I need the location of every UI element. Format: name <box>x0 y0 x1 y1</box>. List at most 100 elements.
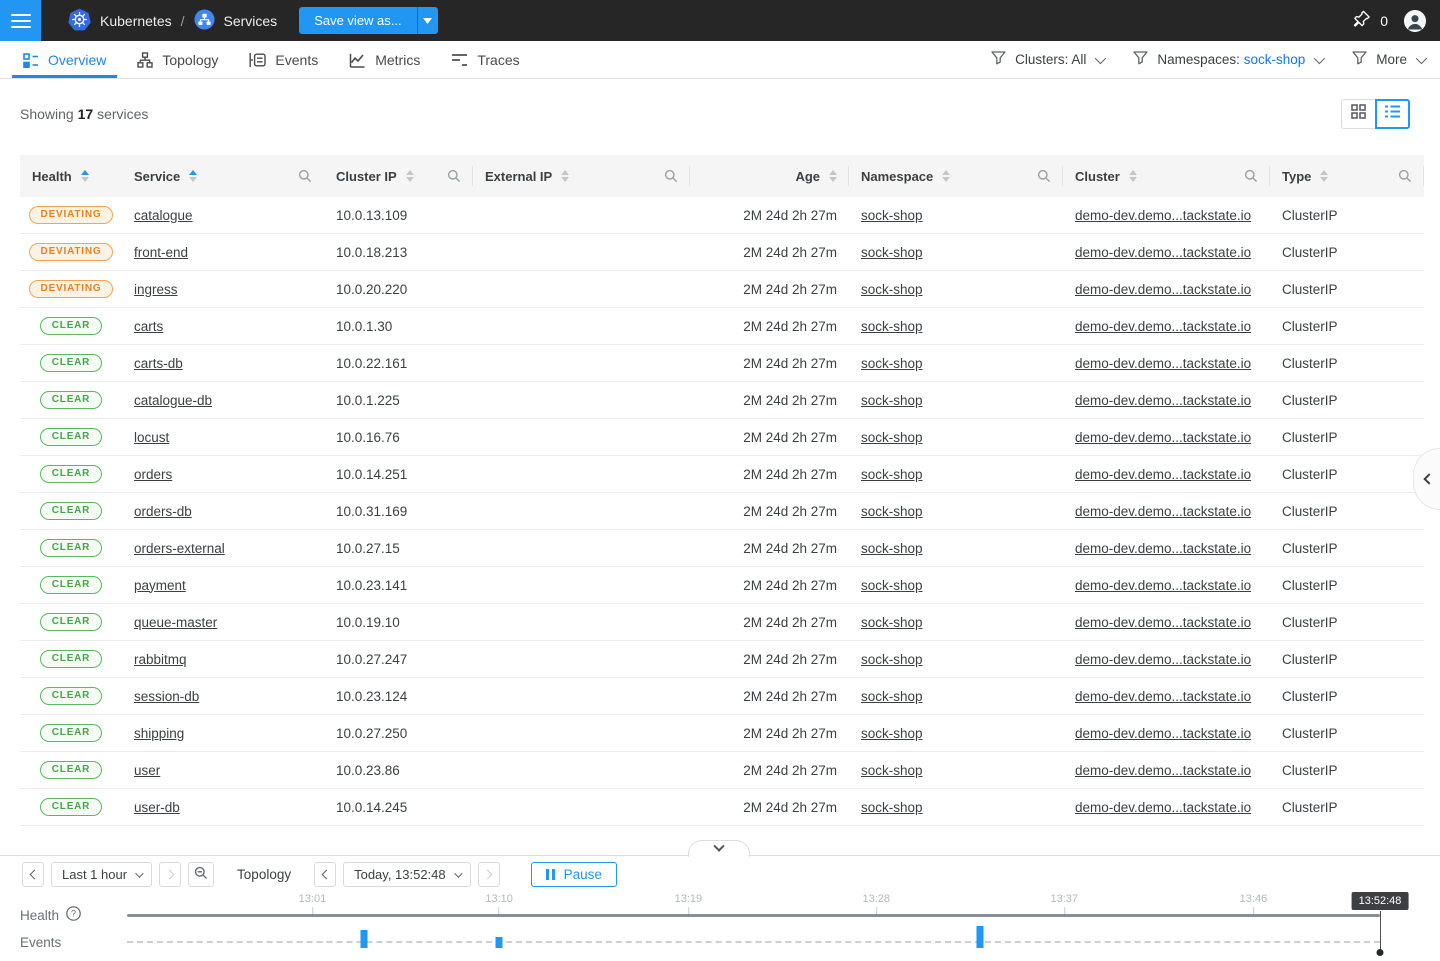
namespace-link[interactable]: sock-shop <box>861 393 923 408</box>
sort-icon[interactable] <box>81 170 89 182</box>
cluster-ip-value: 10.0.31.169 <box>324 493 473 529</box>
search-icon[interactable] <box>1236 169 1258 183</box>
column-header-health[interactable]: Health <box>20 155 122 197</box>
cluster-link[interactable]: demo-dev.demo...tackstate.io <box>1075 689 1251 704</box>
service-link[interactable]: orders-db <box>134 504 192 519</box>
namespace-link[interactable]: sock-shop <box>861 504 923 519</box>
namespace-link[interactable]: sock-shop <box>861 541 923 556</box>
cluster-link[interactable]: demo-dev.demo...tackstate.io <box>1075 319 1251 334</box>
service-link[interactable]: orders <box>134 467 172 482</box>
namespaces-filter[interactable]: Namespaces: sock-shop <box>1133 51 1322 68</box>
chevron-down-icon <box>1416 52 1427 63</box>
sort-icon[interactable] <box>942 170 950 182</box>
more-filters[interactable]: More <box>1352 51 1424 68</box>
column-header-cluster[interactable]: Cluster <box>1063 155 1270 197</box>
breadcrumb-services[interactable]: Services <box>194 9 278 33</box>
namespace-link[interactable]: sock-shop <box>861 800 923 815</box>
cluster-link[interactable]: demo-dev.demo...tackstate.io <box>1075 430 1251 445</box>
save-view-caret-button[interactable] <box>417 7 438 34</box>
service-link[interactable]: orders-external <box>134 541 225 556</box>
column-header-external-ip[interactable]: External IP <box>473 155 690 197</box>
current-time-cursor-handle[interactable] <box>1377 949 1384 956</box>
time-tick: 13:10 <box>485 893 513 914</box>
pinned-views-button[interactable]: 0 <box>1353 10 1388 31</box>
namespace-link[interactable]: sock-shop <box>861 615 923 630</box>
tab-overview[interactable]: Overview <box>12 41 117 78</box>
namespace-link[interactable]: sock-shop <box>861 245 923 260</box>
search-icon[interactable] <box>656 169 678 183</box>
cluster-link[interactable]: demo-dev.demo...tackstate.io <box>1075 208 1251 223</box>
tab-traces[interactable]: Traces <box>440 41 530 78</box>
service-link[interactable]: shipping <box>134 726 184 741</box>
namespace-link[interactable]: sock-shop <box>861 726 923 741</box>
service-link[interactable]: locust <box>134 430 169 445</box>
namespace-link[interactable]: sock-shop <box>861 356 923 371</box>
tab-metrics[interactable]: Metrics <box>338 41 431 78</box>
clusters-filter[interactable]: Clusters: All <box>991 51 1103 68</box>
cluster-link[interactable]: demo-dev.demo...tackstate.io <box>1075 541 1251 556</box>
range-back-button[interactable] <box>22 862 44 887</box>
sort-icon[interactable] <box>829 170 837 182</box>
service-link[interactable]: carts-db <box>134 356 183 371</box>
sort-icon[interactable] <box>406 170 414 182</box>
sort-icon[interactable] <box>561 170 569 182</box>
column-header-type[interactable]: Type <box>1270 155 1424 197</box>
sort-icon[interactable] <box>1129 170 1137 182</box>
service-link[interactable]: queue-master <box>134 615 217 630</box>
service-link[interactable]: payment <box>134 578 186 593</box>
service-link[interactable]: user <box>134 763 160 778</box>
search-icon[interactable] <box>290 169 312 183</box>
search-icon[interactable] <box>1390 169 1412 183</box>
cluster-link[interactable]: demo-dev.demo...tackstate.io <box>1075 356 1251 371</box>
cluster-link[interactable]: demo-dev.demo...tackstate.io <box>1075 763 1251 778</box>
help-icon[interactable]: ? <box>66 906 81 924</box>
service-link[interactable]: ingress <box>134 282 178 297</box>
cluster-link[interactable]: demo-dev.demo...tackstate.io <box>1075 393 1251 408</box>
cluster-link[interactable]: demo-dev.demo...tackstate.io <box>1075 578 1251 593</box>
service-link[interactable]: rabbitmq <box>134 652 187 667</box>
namespace-link[interactable]: sock-shop <box>861 467 923 482</box>
event-marker[interactable] <box>977 926 984 948</box>
service-link[interactable]: catalogue-db <box>134 393 212 408</box>
sort-icon[interactable] <box>1320 170 1328 182</box>
tab-events[interactable]: Events <box>238 41 329 78</box>
service-link[interactable]: session-db <box>134 689 199 704</box>
search-icon[interactable] <box>439 169 461 183</box>
service-link[interactable]: carts <box>134 319 163 334</box>
namespace-link[interactable]: sock-shop <box>861 430 923 445</box>
namespace-link[interactable]: sock-shop <box>861 319 923 334</box>
event-marker[interactable] <box>360 930 367 948</box>
user-avatar-button[interactable] <box>1404 10 1426 32</box>
service-link[interactable]: front-end <box>134 245 188 260</box>
namespace-link[interactable]: sock-shop <box>861 689 923 704</box>
save-view-button[interactable]: Save view as... <box>299 7 416 34</box>
search-icon[interactable] <box>1029 169 1051 183</box>
column-header-cluster-ip[interactable]: Cluster IP <box>324 155 473 197</box>
column-header-service[interactable]: Service <box>122 155 324 197</box>
cluster-link[interactable]: demo-dev.demo...tackstate.io <box>1075 652 1251 667</box>
cluster-link[interactable]: demo-dev.demo...tackstate.io <box>1075 800 1251 815</box>
column-header-age[interactable]: Age <box>690 155 849 197</box>
cluster-link[interactable]: demo-dev.demo...tackstate.io <box>1075 615 1251 630</box>
cluster-link[interactable]: demo-dev.demo...tackstate.io <box>1075 726 1251 741</box>
cluster-link[interactable]: demo-dev.demo...tackstate.io <box>1075 504 1251 519</box>
service-link[interactable]: user-db <box>134 800 180 815</box>
grid-view-button[interactable] <box>1341 99 1376 129</box>
hamburger-menu-button[interactable] <box>0 0 41 41</box>
sort-icon[interactable] <box>189 170 197 182</box>
namespace-link[interactable]: sock-shop <box>861 652 923 667</box>
cluster-link[interactable]: demo-dev.demo...tackstate.io <box>1075 245 1251 260</box>
tab-topology[interactable]: Topology <box>126 41 229 78</box>
event-marker[interactable] <box>496 937 503 948</box>
namespace-link[interactable]: sock-shop <box>861 578 923 593</box>
column-header-namespace[interactable]: Namespace <box>849 155 1063 197</box>
list-view-button[interactable] <box>1375 99 1410 129</box>
namespace-link[interactable]: sock-shop <box>861 282 923 297</box>
service-link[interactable]: catalogue <box>134 208 193 223</box>
breadcrumb-kubernetes[interactable]: Kubernetes <box>68 8 172 34</box>
namespace-link[interactable]: sock-shop <box>861 208 923 223</box>
namespace-link[interactable]: sock-shop <box>861 763 923 778</box>
cluster-link[interactable]: demo-dev.demo...tackstate.io <box>1075 282 1251 297</box>
collapse-timeline-tab[interactable] <box>688 840 750 857</box>
cluster-link[interactable]: demo-dev.demo...tackstate.io <box>1075 467 1251 482</box>
